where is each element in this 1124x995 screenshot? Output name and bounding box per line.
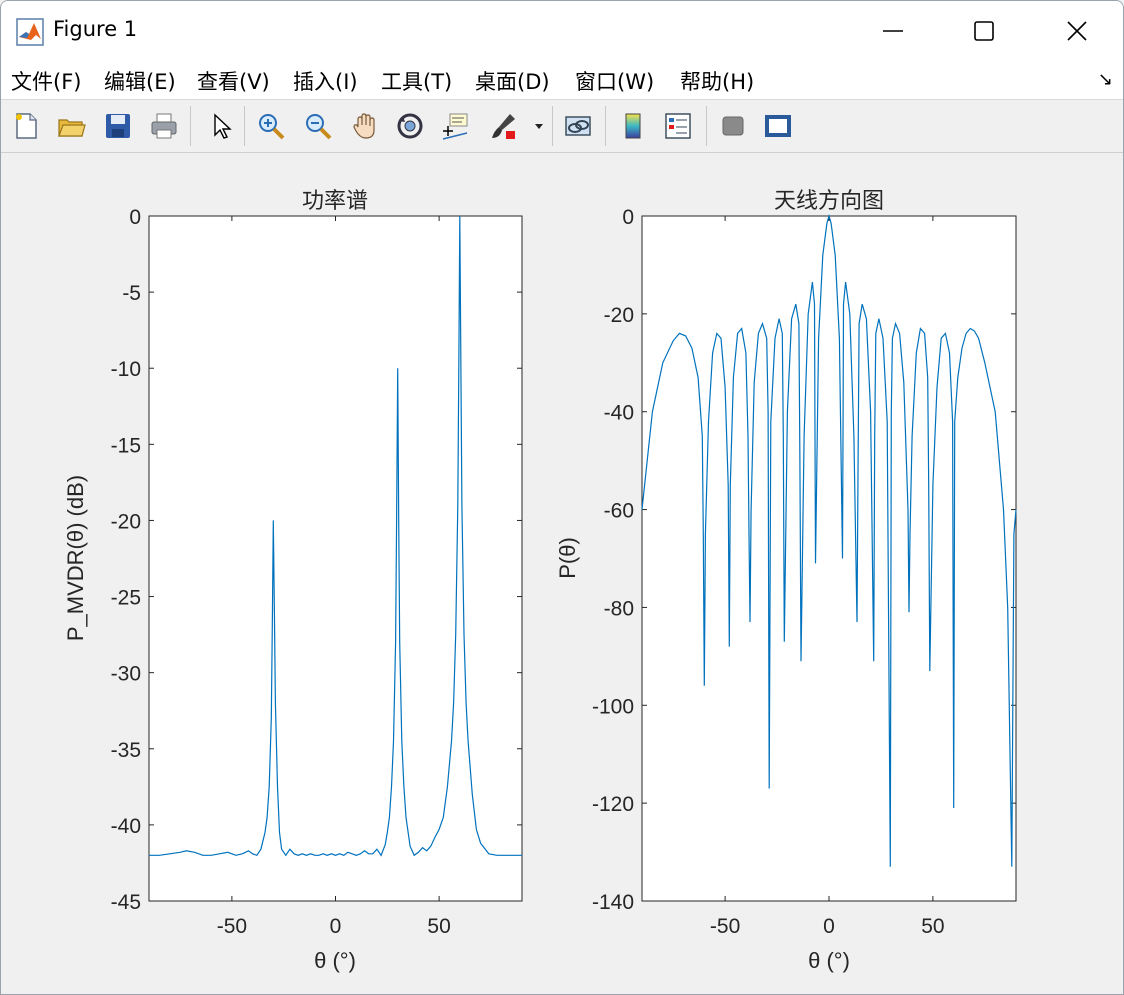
menu-view[interactable]: 查看(V) bbox=[197, 66, 270, 96]
new-figure-button[interactable] bbox=[9, 109, 43, 143]
antenna-pattern-ytick-label: -120 bbox=[592, 793, 634, 816]
power-spectrum-xtick-label: 0 bbox=[330, 915, 342, 938]
antenna-pattern-xtick-label: 50 bbox=[921, 915, 944, 938]
power-spectrum-ytick-label: 0 bbox=[129, 206, 141, 229]
print-icon bbox=[151, 113, 177, 139]
power-spectrum-ytick-label: -15 bbox=[111, 434, 141, 457]
antenna-pattern-ytick-label: -20 bbox=[604, 304, 634, 327]
maximize-button[interactable] bbox=[937, 1, 1030, 61]
minimize-icon bbox=[882, 30, 903, 32]
menu-help[interactable]: 帮助(H) bbox=[680, 66, 754, 96]
toolbar-separator bbox=[552, 106, 553, 146]
figure-plot-svg: -50 0 50 0 -5 -10 -15 -20 -25 -30 -35 -40 -45 功率谱 θ … bbox=[63, 188, 1017, 973]
antenna-pattern-ytick-label: -140 bbox=[592, 891, 634, 914]
brush-dropdown-icon bbox=[535, 124, 543, 129]
brush-button[interactable] bbox=[486, 109, 520, 143]
data-cursor-button[interactable] bbox=[438, 109, 472, 143]
figure-toolbar bbox=[1, 100, 1123, 153]
power-spectrum-ytick-label: -40 bbox=[111, 815, 141, 838]
pan-button[interactable] bbox=[348, 109, 382, 143]
minimize-button[interactable] bbox=[846, 1, 939, 61]
select-arrow-button[interactable] bbox=[204, 109, 238, 143]
power-spectrum-xtick-label: 50 bbox=[427, 915, 450, 938]
link-plot-button[interactable] bbox=[561, 109, 595, 143]
power-spectrum-xtick-label: -50 bbox=[217, 915, 247, 938]
power-spectrum-ytick-label: -45 bbox=[111, 891, 141, 914]
toolbar-expand-arrow-icon[interactable]: ↘ bbox=[1098, 69, 1113, 90]
select-arrow-icon bbox=[214, 113, 232, 139]
hide-plot-tools-icon bbox=[722, 116, 744, 136]
print-button[interactable] bbox=[147, 109, 181, 143]
power-spectrum-ytick-label: -25 bbox=[111, 587, 141, 610]
menu-bar: 文件(F) 编辑(E) 查看(V) 插入(I) 工具(T) 桌面(D) 窗口(W… bbox=[1, 61, 1123, 100]
save-button[interactable] bbox=[101, 109, 135, 143]
power-spectrum-title: 功率谱 bbox=[302, 188, 368, 213]
antenna-pattern-ytick-label: -100 bbox=[592, 695, 634, 718]
brush-dropdown-button[interactable] bbox=[530, 109, 548, 143]
legend-icon bbox=[665, 113, 691, 139]
menu-insert[interactable]: 插入(I) bbox=[293, 66, 358, 96]
save-icon bbox=[106, 114, 130, 138]
data-cursor-icon bbox=[442, 113, 468, 140]
zoom-out-icon bbox=[306, 114, 332, 140]
antenna-pattern-xtick-label: -50 bbox=[710, 915, 740, 938]
figure-canvas: -50 0 50 0 -5 -10 -15 -20 -25 -30 -35 -40 -45 功率谱 θ … bbox=[1, 153, 1123, 994]
colorbar-icon bbox=[625, 113, 641, 139]
menu-tools[interactable]: 工具(T) bbox=[381, 66, 452, 96]
power-spectrum-ylabel: P_MVDR(θ) (dB) bbox=[63, 475, 88, 641]
power-spectrum-ytick-label: -10 bbox=[111, 358, 141, 381]
toolbar-separator bbox=[244, 106, 245, 146]
toolbar-separator bbox=[190, 106, 191, 146]
brush-icon bbox=[492, 114, 515, 139]
menu-desktop[interactable]: 桌面(D) bbox=[475, 66, 550, 96]
power-spectrum-ytick-label: -35 bbox=[111, 739, 141, 762]
zoom-in-button[interactable] bbox=[254, 109, 288, 143]
show-plot-tools-button[interactable] bbox=[761, 109, 795, 143]
menu-edit[interactable]: 编辑(E) bbox=[104, 66, 176, 96]
antenna-pattern-ytick-label: -80 bbox=[604, 597, 634, 620]
open-file-icon bbox=[58, 119, 86, 137]
menu-file[interactable]: 文件(F) bbox=[11, 66, 81, 96]
power-spectrum-ytick-label: -30 bbox=[111, 663, 141, 686]
hide-plot-tools-button[interactable] bbox=[716, 109, 750, 143]
antenna-pattern-ytick-label: -60 bbox=[604, 500, 634, 523]
power-spectrum-plot-box bbox=[148, 215, 523, 902]
antenna-pattern-xtick-label: 0 bbox=[823, 915, 835, 938]
rotate-3d-button[interactable] bbox=[393, 109, 427, 143]
antenna-pattern-plot-box bbox=[641, 215, 1017, 902]
rotate-3d-icon bbox=[397, 113, 423, 139]
new-figure-icon bbox=[16, 113, 37, 139]
power-spectrum-axes: -50 0 50 0 -5 -10 -15 -20 -25 -30 -35 -40 -45 功率谱 θ … bbox=[63, 188, 523, 973]
antenna-pattern-ytick-label: -40 bbox=[604, 402, 634, 425]
toolbar-separator bbox=[605, 106, 606, 146]
toolbar-separator bbox=[706, 106, 707, 146]
pan-hand-icon bbox=[353, 113, 375, 139]
close-button[interactable] bbox=[1030, 1, 1123, 61]
antenna-pattern-title: 天线方向图 bbox=[774, 188, 884, 213]
show-plot-tools-icon bbox=[765, 115, 791, 137]
zoom-out-button[interactable] bbox=[301, 109, 335, 143]
menu-window[interactable]: 窗口(W) bbox=[575, 66, 654, 96]
legend-button[interactable] bbox=[661, 109, 695, 143]
zoom-in-icon bbox=[259, 114, 285, 140]
power-spectrum-xlabel: θ (°) bbox=[314, 948, 356, 973]
matlab-logo-icon bbox=[16, 18, 44, 46]
link-plot-icon bbox=[565, 116, 591, 136]
title-bar: Figure 1 bbox=[1, 1, 1123, 61]
figure-window: Figure 1 文件(F) 编辑(E) 查看(V) 插入(I) 工具(T) 桌… bbox=[0, 0, 1124, 995]
power-spectrum-ytick-label: -20 bbox=[111, 510, 141, 533]
antenna-pattern-xlabel: θ (°) bbox=[808, 948, 850, 973]
antenna-pattern-ylabel: P(θ) bbox=[555, 537, 580, 579]
antenna-pattern-ytick-label: 0 bbox=[622, 206, 634, 229]
antenna-pattern-axes: -50 0 50 0 -20 -40 -60 -80 -100 -120 -140 天线方向图 θ … bbox=[555, 188, 1017, 973]
power-spectrum-ytick-label: -5 bbox=[122, 282, 141, 305]
open-file-button[interactable] bbox=[54, 109, 88, 143]
close-icon bbox=[1066, 21, 1087, 41]
colorbar-button[interactable] bbox=[616, 109, 650, 143]
maximize-icon bbox=[973, 21, 994, 41]
window-title: Figure 1 bbox=[53, 17, 138, 41]
